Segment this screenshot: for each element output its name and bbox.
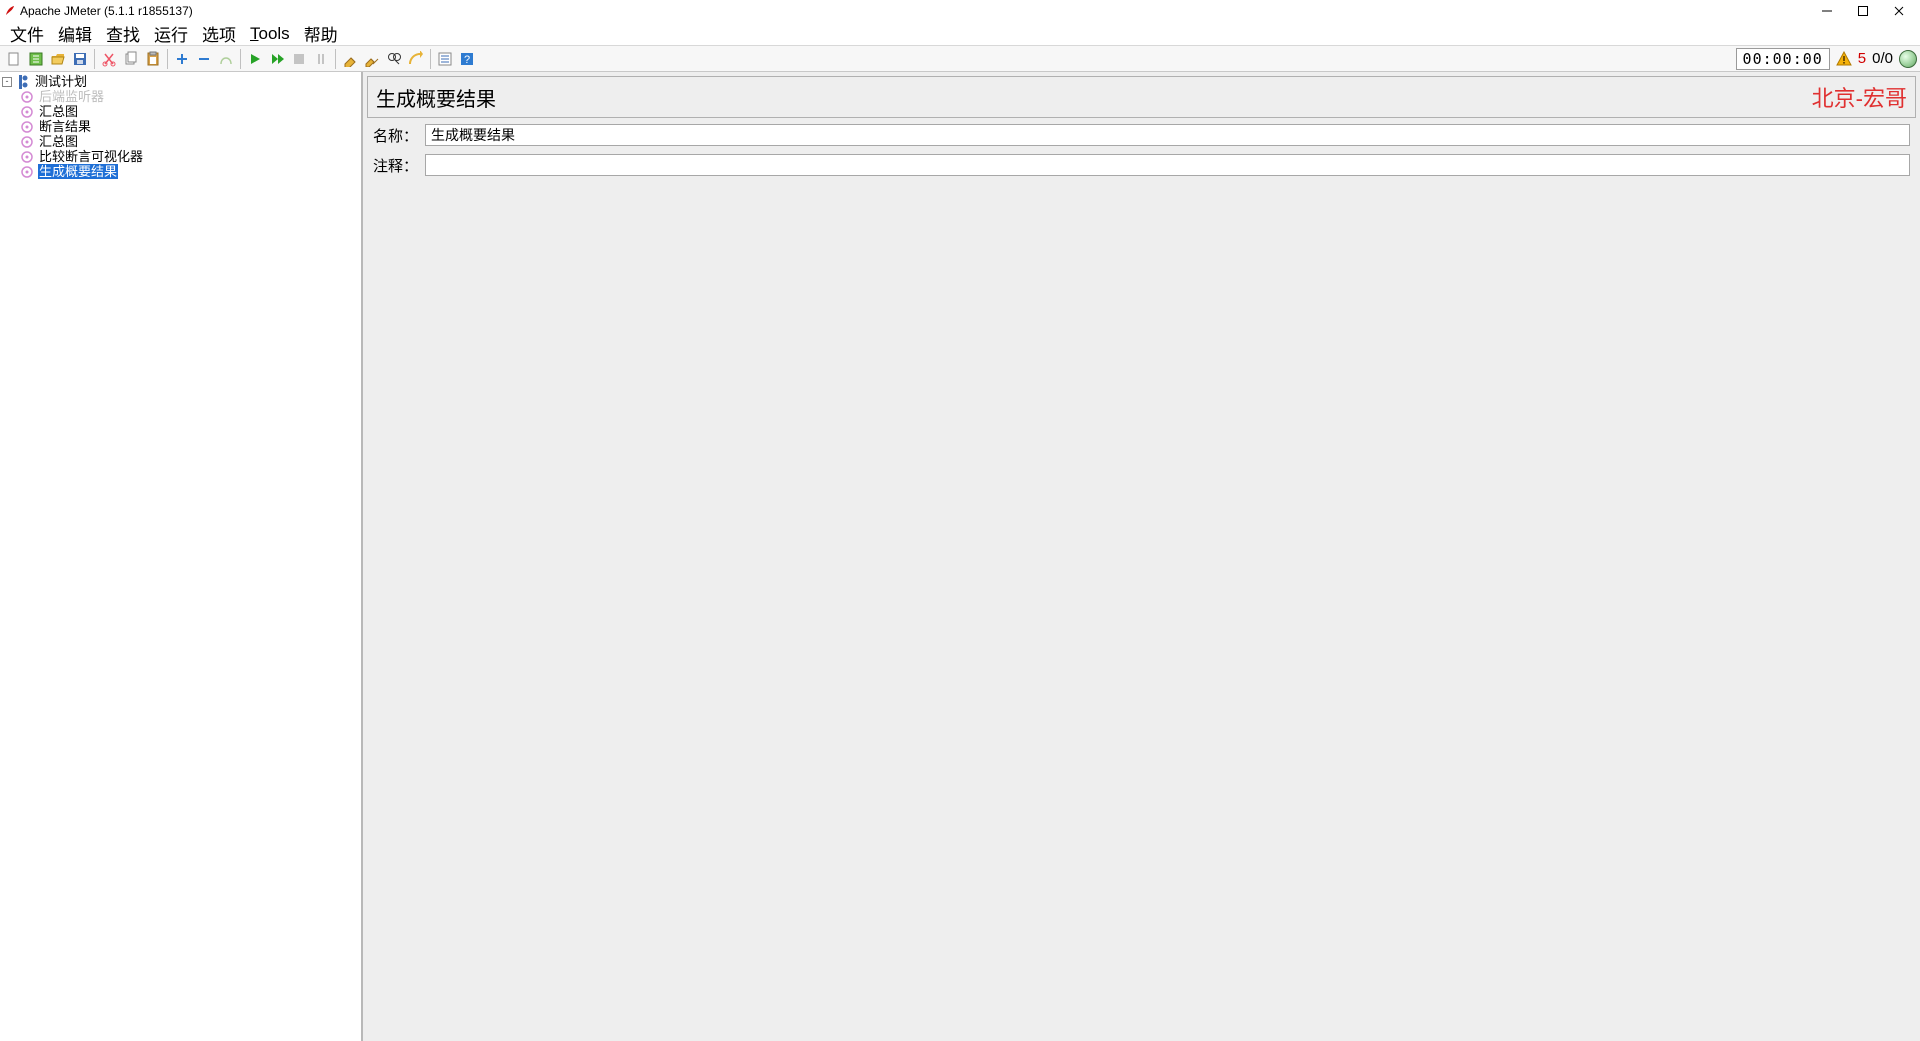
tree-item-backend-listener[interactable]: 后端监听器 bbox=[20, 89, 361, 104]
clear-button[interactable] bbox=[339, 48, 361, 70]
clear-all-button[interactable] bbox=[361, 48, 383, 70]
svg-text:?: ? bbox=[464, 54, 470, 66]
tree-item-aggregate-graph-1[interactable]: 汇总图 bbox=[20, 104, 361, 119]
menu-help[interactable]: 帮助 bbox=[298, 19, 344, 48]
shutdown-button[interactable] bbox=[310, 48, 332, 70]
reset-search-button[interactable] bbox=[405, 48, 427, 70]
panel-title: 生成概要结果 bbox=[376, 83, 496, 112]
collapse-button[interactable] bbox=[193, 48, 215, 70]
listener-icon bbox=[20, 150, 34, 164]
toolbar-separator bbox=[240, 49, 241, 69]
toolbar-separator bbox=[335, 49, 336, 69]
toolbar-separator bbox=[94, 49, 95, 69]
run-status-led bbox=[1899, 50, 1917, 68]
tree-item-assertion-results[interactable]: 断言结果 bbox=[20, 119, 361, 134]
toolbar-separator bbox=[430, 49, 431, 69]
copy-button[interactable] bbox=[120, 48, 142, 70]
listener-icon bbox=[20, 105, 34, 119]
error-count: 5 bbox=[1858, 50, 1866, 67]
warning-icon[interactable] bbox=[1836, 51, 1852, 67]
watermark-text: 北京-宏哥 bbox=[1812, 81, 1907, 113]
name-row: 名称： bbox=[367, 122, 1916, 148]
toolbar-separator bbox=[167, 49, 168, 69]
tree-item-aggregate-graph-2[interactable]: 汇总图 bbox=[20, 134, 361, 149]
start-button[interactable] bbox=[244, 48, 266, 70]
search-button[interactable] bbox=[383, 48, 405, 70]
stop-button[interactable] bbox=[288, 48, 310, 70]
app-icon bbox=[4, 5, 16, 17]
tree-item-label: 比较断言可视化器 bbox=[38, 149, 144, 164]
function-helper-button[interactable] bbox=[434, 48, 456, 70]
listener-icon bbox=[20, 135, 34, 149]
minimize-button[interactable] bbox=[1820, 4, 1834, 18]
window-titlebar: Apache JMeter (5.1.1 r1855137) bbox=[0, 0, 1920, 22]
main-pane: 生成概要结果 北京-宏哥 名称： 注释： bbox=[363, 72, 1920, 1041]
tree-item-label: 汇总图 bbox=[38, 104, 79, 119]
menu-bar: 文件 编辑 查找 运行 选项 Tools 帮助 bbox=[0, 22, 1920, 46]
name-label: 名称： bbox=[373, 125, 425, 146]
elapsed-timer: 00:00:00 bbox=[1736, 48, 1830, 70]
thread-count: 0/0 bbox=[1872, 50, 1893, 67]
tree-toggle[interactable]: - bbox=[2, 77, 12, 87]
tree-item-generate-summary[interactable]: 生成概要结果 bbox=[20, 164, 361, 179]
start-no-timers-button[interactable] bbox=[266, 48, 288, 70]
close-button[interactable] bbox=[1892, 4, 1906, 18]
comment-input[interactable] bbox=[425, 154, 1910, 176]
toggle-button[interactable] bbox=[215, 48, 237, 70]
menu-options[interactable]: 选项 bbox=[196, 19, 242, 48]
expand-button[interactable] bbox=[171, 48, 193, 70]
tree-item-label: 汇总图 bbox=[38, 134, 79, 149]
window-title: Apache JMeter (5.1.1 r1855137) bbox=[20, 4, 193, 18]
tree-root-label: 测试计划 bbox=[34, 74, 88, 89]
test-plan-icon bbox=[16, 75, 30, 89]
tree-item-label: 后端监听器 bbox=[38, 89, 105, 104]
listener-icon bbox=[20, 120, 34, 134]
name-input[interactable] bbox=[425, 124, 1910, 146]
menu-edit[interactable]: 编辑 bbox=[52, 19, 98, 48]
paste-button[interactable] bbox=[142, 48, 164, 70]
listener-icon bbox=[20, 165, 34, 179]
new-button[interactable] bbox=[3, 48, 25, 70]
tree-root[interactable]: - 测试计划 bbox=[2, 74, 361, 89]
listener-icon bbox=[20, 90, 34, 104]
menu-run[interactable]: 运行 bbox=[148, 19, 194, 48]
templates-button[interactable] bbox=[25, 48, 47, 70]
help-button[interactable]: ? bbox=[456, 48, 478, 70]
menu-search[interactable]: 查找 bbox=[100, 19, 146, 48]
menu-tools[interactable]: Tools bbox=[244, 22, 296, 46]
tree-item-label: 生成概要结果 bbox=[38, 164, 118, 179]
toolbar: ? 00:00:00 5 0/0 bbox=[0, 46, 1920, 72]
tree-item-comparison-visualizer[interactable]: 比较断言可视化器 bbox=[20, 149, 361, 164]
save-button[interactable] bbox=[69, 48, 91, 70]
tree-item-label: 断言结果 bbox=[38, 119, 92, 134]
cut-button[interactable] bbox=[98, 48, 120, 70]
comment-row: 注释： bbox=[367, 152, 1916, 178]
maximize-button[interactable] bbox=[1856, 4, 1870, 18]
tree-pane[interactable]: - 测试计划 后端监听器 bbox=[0, 72, 363, 1041]
open-button[interactable] bbox=[47, 48, 69, 70]
menu-file[interactable]: 文件 bbox=[4, 19, 50, 48]
comment-label: 注释： bbox=[373, 155, 425, 176]
